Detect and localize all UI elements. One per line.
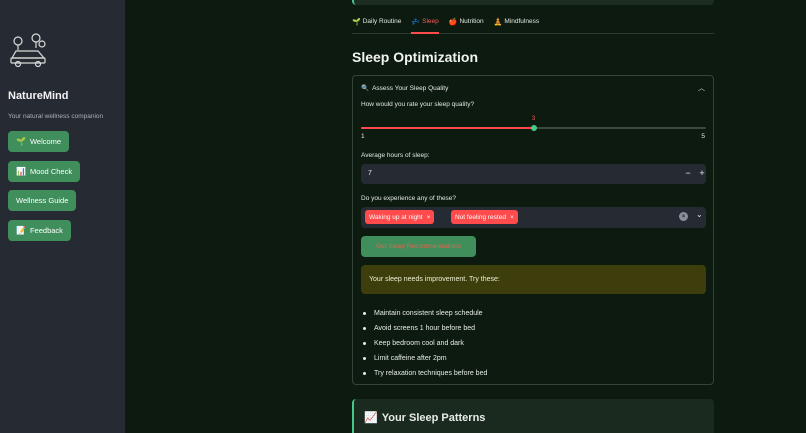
tab-label: Nutrition (459, 18, 484, 25)
slider-value: 3 (531, 116, 536, 122)
tab-mindfulness[interactable]: 🧘 Mindfulness (494, 18, 539, 34)
welcome-button[interactable]: 🌱 Welcome (8, 131, 70, 152)
tab-label: Sleep (422, 18, 439, 25)
remove-chip-icon[interactable]: × (427, 214, 431, 221)
welcome-button-label: Welcome (29, 137, 62, 146)
wellness-guide-button-label: Wellness Guide (16, 196, 69, 205)
seedling-icon: 🌱 (352, 19, 361, 26)
expander-header[interactable]: 🔍 Assess Your Sleep Quality ︿ (361, 82, 705, 94)
previous-card-edge (352, 0, 714, 5)
sleep-hours-label: Average hours of sleep: (361, 152, 430, 159)
bullet-icon (363, 327, 366, 330)
selected-chip: Not feeling rested × (451, 210, 518, 224)
magnifier-icon: 🔍 (361, 85, 370, 92)
tab-sleep[interactable]: 💤 Sleep (411, 18, 439, 34)
chip-label: Waking up at night (369, 213, 423, 221)
increment-button[interactable]: + (695, 168, 709, 178)
sleep-patterns-heading: Your Sleep Patterns (381, 411, 486, 424)
sleep-quality-label: How would you rate your sleep quality? (361, 101, 475, 108)
tab-daily-routine[interactable]: 🌱 Daily Routine (352, 18, 401, 34)
sleep-hours-input[interactable]: 7 − + (361, 164, 706, 184)
memo-icon: 📝 (16, 226, 26, 235)
selected-chip: Waking up at night × (365, 210, 435, 224)
list-item: Maintain consistent sleep schedule (361, 306, 487, 321)
list-item-text: Try relaxation techniques before bed (374, 370, 488, 377)
list-item-text: Limit caffeine after 2pm (374, 355, 447, 362)
chevron-up-icon[interactable]: ︿ (698, 83, 705, 93)
apple-icon: 🍎 (448, 19, 458, 26)
bullet-icon (363, 357, 366, 360)
expander-title: Assess Your Sleep Quality (372, 84, 449, 92)
list-item-text: Keep bedroom cool and dark (374, 340, 464, 347)
list-item: Try relaxation techniques before bed (361, 366, 487, 381)
sleep-patterns-title: 📈 Your Sleep Patterns (364, 411, 486, 425)
mood-check-button[interactable]: 📊 Mood Check (8, 161, 81, 182)
seedling-icon: 🌱 (16, 137, 26, 146)
slider-fill (361, 127, 534, 129)
sidebar: NatureMind Your natural wellness compani… (0, 0, 125, 433)
clear-all-icon[interactable]: × (679, 212, 688, 221)
list-item-text: Avoid screens 1 hour before bed (374, 325, 476, 332)
wellness-guide-button[interactable]: Wellness Guide (8, 190, 77, 211)
sleep-icon: 💤 (411, 19, 421, 26)
sleep-quality-slider[interactable]: 3 (361, 116, 706, 133)
bullet-icon (363, 372, 366, 375)
slider-max: 5 (701, 133, 705, 140)
bar-chart-icon: 📊 (16, 167, 26, 176)
section-title: Sleep Optimization (352, 49, 479, 65)
sleep-issues-label: Do you experience any of these? (361, 195, 457, 202)
tab-bar: 🌱 Daily Routine 💤 Sleep 🍎 Nutrition 🧘 Mi… (352, 18, 714, 34)
car-with-trees-logo-icon (10, 33, 46, 68)
feedback-button-label: Feedback (29, 226, 63, 235)
sleep-hours-value[interactable]: 7 (368, 170, 372, 177)
sleep-assessment-expander: 🔍 Assess Your Sleep Quality ︿ How would … (352, 75, 714, 385)
tab-label: Daily Routine (362, 18, 402, 25)
tab-nutrition[interactable]: 🍎 Nutrition (449, 18, 484, 34)
chip-label: Not feeling rested (455, 213, 506, 221)
bullet-icon (363, 342, 366, 345)
feedback-button[interactable]: 📝 Feedback (8, 220, 71, 241)
mood-check-button-label: Mood Check (29, 167, 73, 176)
sleep-issues-multiselect[interactable]: Waking up at night × Not feeling rested … (361, 207, 706, 228)
recommendation-list: Maintain consistent sleep schedule Avoid… (361, 306, 487, 381)
list-item-text: Maintain consistent sleep schedule (374, 310, 483, 317)
list-item: Keep bedroom cool and dark (361, 336, 487, 351)
app-tagline: Your natural wellness companion (8, 113, 104, 120)
get-recommendations-button[interactable]: Get Sleep Recommendations (361, 236, 476, 257)
slider-min: 1 (361, 133, 365, 140)
tab-label: Mindfulness (504, 18, 540, 25)
meditation-icon: 🧘 (493, 19, 503, 26)
app-name: NatureMind (8, 90, 69, 102)
chevron-down-icon[interactable]: ⌄ (696, 210, 703, 219)
warning-alert: Your sleep needs improvement. Try these: (361, 265, 706, 294)
decrement-button[interactable]: − (681, 168, 695, 178)
chart-increasing-icon: 📈 (364, 412, 378, 424)
slider-handle[interactable] (530, 125, 537, 131)
remove-chip-icon[interactable]: × (510, 214, 514, 221)
bullet-icon (363, 312, 366, 315)
list-item: Avoid screens 1 hour before bed (361, 321, 487, 336)
list-item: Limit caffeine after 2pm (361, 351, 487, 366)
sleep-patterns-card: 📈 Your Sleep Patterns (352, 399, 714, 433)
